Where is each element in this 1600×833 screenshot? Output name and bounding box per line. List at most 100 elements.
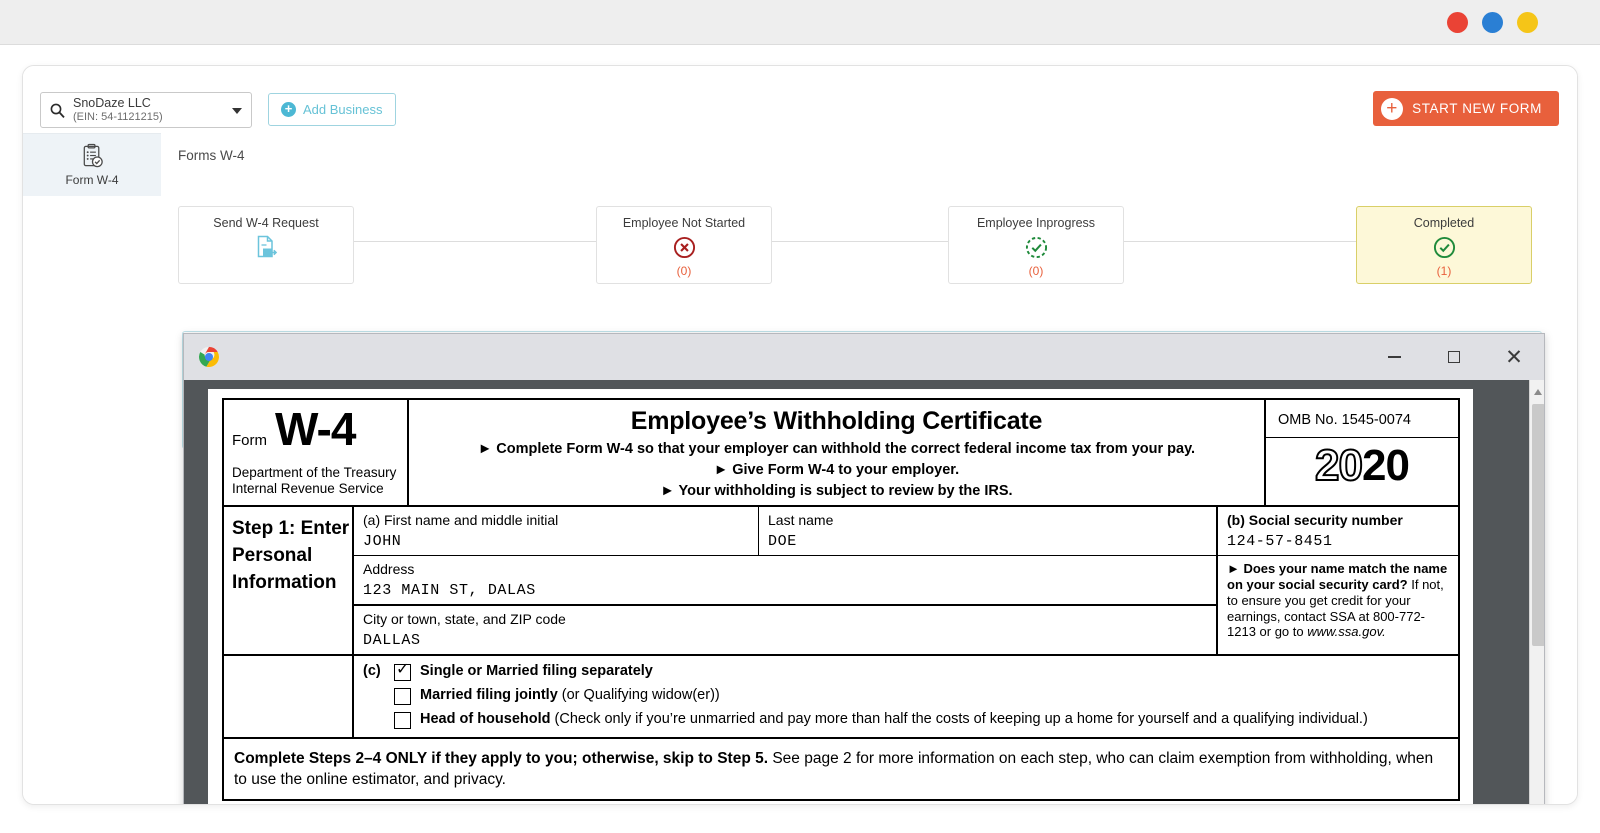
minimize-icon — [1388, 356, 1401, 358]
w4-header-right: OMB No. 1545-0074 2020 — [1266, 400, 1458, 505]
stage-title: Employee Inprogress — [977, 216, 1095, 230]
filing-option-text: Head of household (Check only if you’re … — [420, 711, 1368, 727]
w4-c-tag: (c) — [363, 663, 385, 679]
business-name: SnoDaze LLC — [73, 96, 163, 110]
vertical-scrollbar[interactable] — [1529, 380, 1545, 805]
w4-filing-status-section: (c) Single or Married filing separately … — [224, 656, 1458, 739]
scroll-up-arrow-icon[interactable] — [1534, 389, 1542, 395]
field-value: DOE — [768, 533, 1216, 550]
w4-bullet-2: ► Give Form W-4 to your employer. — [415, 462, 1258, 478]
w4-filing-option-head-of-household[interactable]: Head of household (Check only if you’re … — [363, 711, 1458, 729]
maximize-button[interactable] — [1424, 334, 1484, 380]
field-label: (b) Social security number — [1227, 512, 1458, 528]
w4-header-left: Form W-4 Department of the Treasury Inte… — [224, 400, 409, 505]
w4-first-name-field[interactable]: (a) First name and middle initial JOHN — [354, 507, 759, 555]
close-icon: ✕ — [1505, 347, 1523, 368]
ssa-note-link[interactable]: www.ssa.gov. — [1307, 624, 1386, 639]
checkbox-married-jointly[interactable] — [394, 688, 411, 705]
pipeline-stage-completed[interactable]: Completed (1) — [1356, 206, 1532, 284]
maximize-icon — [1448, 351, 1460, 363]
window-controls: ✕ — [1364, 334, 1544, 380]
clipboard-check-icon — [79, 143, 106, 170]
w4-omb-number: OMB No. 1545-0074 — [1266, 400, 1458, 438]
field-label: City or town, state, and ZIP code — [363, 611, 1216, 627]
chevron-down-icon[interactable] — [232, 108, 242, 114]
w4-filing-option-single[interactable]: (c) Single or Married filing separately — [363, 663, 1458, 681]
filing-option-text: Married filing jointly (or Qualifying wi… — [420, 687, 720, 703]
business-selector[interactable]: SnoDaze LLC (EIN: 54-1121215) — [40, 92, 252, 128]
w4-address-row: Address 123 MAIN ST, DALAS City or town,… — [354, 556, 1458, 654]
w4-address-field[interactable]: Address 123 MAIN ST, DALAS — [354, 556, 1218, 604]
start-new-form-button[interactable]: + START NEW FORM — [1373, 91, 1559, 126]
w4-department-line-2: Internal Revenue Service — [232, 481, 401, 497]
w4-document-page: Form W-4 Department of the Treasury Inte… — [208, 389, 1473, 805]
w4-header-band: Form W-4 Department of the Treasury Inte… — [224, 400, 1458, 507]
pipeline-stage-not-started[interactable]: Employee Not Started (0) — [596, 206, 772, 284]
field-value: 124-57-8451 — [1227, 533, 1458, 550]
stage-title: Send W-4 Request — [213, 216, 318, 230]
pipeline-connector — [354, 241, 596, 242]
start-new-form-label: START NEW FORM — [1412, 101, 1542, 116]
w4-last-name-field[interactable]: Last name DOE — [759, 507, 1218, 555]
w4-form-word: Form — [232, 432, 267, 449]
w4-filing-option-jointly[interactable]: Married filing jointly (or Qualifying wi… — [363, 687, 1458, 705]
w4-form-border: Form W-4 Department of the Treasury Inte… — [222, 398, 1460, 801]
minimize-button[interactable] — [1364, 334, 1424, 380]
pipeline-connector — [1124, 241, 1356, 242]
document-send-icon — [252, 233, 280, 261]
w4-ssn-field[interactable]: (b) Social security number 124-57-8451 — [1218, 507, 1458, 555]
pipeline-stage-send-request[interactable]: Send W-4 Request — [178, 206, 354, 284]
circle-check-dashed-icon — [1025, 236, 1048, 259]
w4-step1-label: Step 1: Enter Personal Information — [224, 507, 354, 654]
stage-count: (0) — [1029, 264, 1044, 278]
checkbox-head-of-household[interactable] — [394, 712, 411, 729]
scrollbar-thumb[interactable] — [1532, 404, 1545, 646]
filing-option-bold: Head of household — [420, 711, 551, 727]
w4-bullet-1: ► Complete Form W-4 so that your employe… — [415, 441, 1258, 457]
checkbox-single[interactable] — [394, 664, 411, 681]
w4-step1-fields: (a) First name and middle initial JOHN L… — [354, 507, 1458, 654]
field-label: Last name — [768, 512, 1216, 528]
close-button[interactable]: ✕ — [1484, 334, 1544, 380]
w4-steps-note: Complete Steps 2–4 ONLY if they apply to… — [224, 739, 1458, 799]
pipeline-stage-inprogress[interactable]: Employee Inprogress (0) — [948, 206, 1124, 284]
app-frame: SnoDaze LLC (EIN: 54-1121215) + Add Busi… — [22, 65, 1578, 805]
w4-city-field[interactable]: City or town, state, and ZIP code DALLAS — [354, 605, 1218, 654]
window-dot-yellow[interactable] — [1517, 12, 1538, 33]
field-value: DALLAS — [363, 632, 1216, 649]
browser-top-bar — [0, 0, 1600, 45]
field-label: (a) First name and middle initial — [363, 512, 758, 528]
w4-filing-spacer — [224, 656, 354, 737]
stage-title: Completed — [1414, 216, 1474, 230]
w4-ssa-note: ► Does your name match the name on your … — [1218, 556, 1458, 654]
w4-address-line: Address 123 MAIN ST, DALAS — [354, 556, 1218, 605]
field-value: 123 MAIN ST, DALAS — [363, 582, 1216, 599]
plus-icon: + — [281, 102, 296, 117]
chrome-browser-window: ✕ Form W-4 — [183, 333, 1545, 805]
w4-year-solid: 20 — [1362, 441, 1409, 490]
w4-steps-note-bold: Complete Steps 2–4 ONLY if they apply to… — [234, 750, 768, 767]
window-dots — [1447, 12, 1538, 33]
add-business-label: Add Business — [303, 102, 383, 117]
w4-header-middle: Employee’s Withholding Certificate ► Com… — [409, 400, 1266, 505]
filing-option-rest: (Check only if you’re unmarried and pay … — [551, 711, 1368, 727]
circle-x-icon — [673, 236, 696, 259]
w4-form-number: W-4 — [275, 410, 355, 449]
sidebar: Form W-4 — [23, 133, 161, 805]
field-value: JOHN — [363, 533, 758, 550]
sidebar-item-form-w4[interactable]: Form W-4 — [23, 133, 161, 196]
w4-department-line-1: Department of the Treasury — [232, 465, 401, 481]
filing-option-rest: (or Qualifying widow(er)) — [558, 687, 720, 703]
w4-year-hollow: 20 — [1315, 441, 1362, 490]
field-label: Address — [363, 561, 1216, 577]
pdf-viewer: Form W-4 Department of the Treasury Inte… — [184, 380, 1545, 805]
w4-bullet-3: ► Your withholding is subject to review … — [415, 483, 1258, 499]
chrome-title-bar[interactable]: ✕ — [184, 334, 1544, 380]
window-dot-red[interactable] — [1447, 12, 1468, 33]
add-business-button[interactable]: + Add Business — [268, 93, 396, 126]
breadcrumb: Forms W-4 — [178, 148, 245, 163]
search-icon — [49, 102, 66, 119]
chrome-logo-icon — [198, 346, 220, 368]
business-ein: (EIN: 54-1121215) — [73, 111, 163, 124]
window-dot-blue[interactable] — [1482, 12, 1503, 33]
